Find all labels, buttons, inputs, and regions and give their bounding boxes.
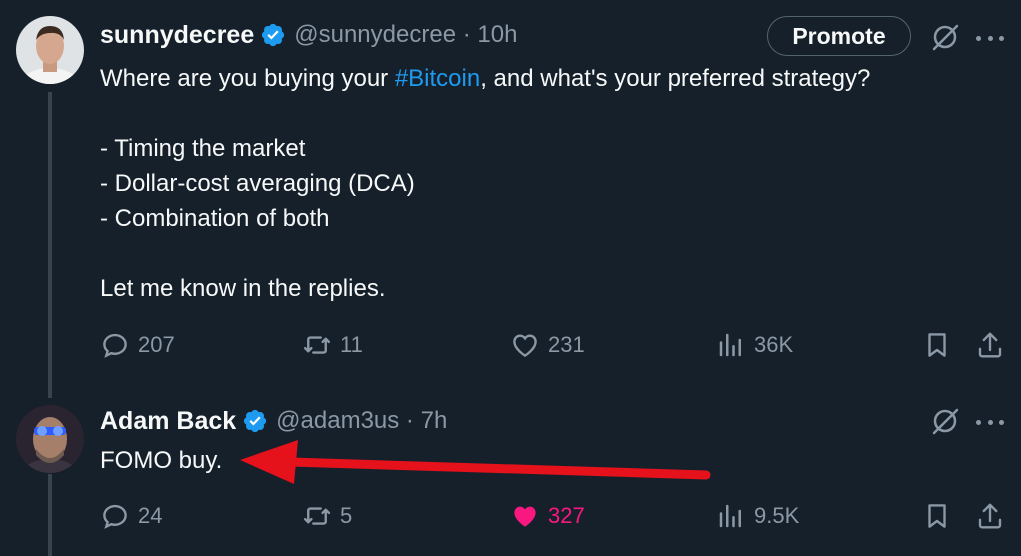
share-icon[interactable] (975, 330, 1005, 360)
reply-button[interactable]: 24 (100, 501, 162, 531)
retweet-button[interactable]: 11 (302, 330, 363, 360)
like-count: 327 (548, 503, 585, 528)
like-icon-filled (514, 506, 536, 527)
tweet-text: Where are you buying your #Bitcoin, and … (100, 61, 870, 306)
verified-badge-icon[interactable] (260, 22, 286, 48)
avatar-adam-back[interactable] (16, 405, 84, 473)
like-icon (513, 334, 537, 358)
author-handle-time[interactable]: @adam3us · 7h (276, 407, 447, 435)
views-icon (719, 504, 741, 528)
retweet-count: 5 (340, 503, 353, 528)
tweet-actions: 207 11 231 36K (0, 327, 1021, 367)
more-icon[interactable] (976, 408, 1004, 436)
share-icon[interactable] (975, 501, 1005, 531)
views-count: 9.5K (754, 503, 800, 528)
annotation-arrow (240, 440, 711, 484)
retweet-icon (303, 507, 331, 525)
retweet-icon (303, 336, 331, 354)
retweet-button[interactable]: 5 (302, 501, 352, 531)
bookmark-icon[interactable] (922, 330, 952, 360)
tweet-text: FOMO buy. (100, 447, 223, 474)
author-handle-time[interactable]: @sunnydecree · 10h (294, 21, 517, 49)
tweet-text-part: , and what's your preferred strategy? - … (100, 65, 871, 302)
reply-button[interactable]: 207 (100, 330, 175, 360)
views-count: 36K (754, 332, 794, 357)
author-name[interactable]: sunnydecree (100, 21, 254, 50)
views-button[interactable]: 36K (716, 330, 793, 360)
like-count: 231 (548, 332, 585, 357)
reply-count: 207 (138, 332, 175, 357)
more-icon[interactable] (976, 24, 1004, 52)
grok-icon[interactable] (930, 22, 960, 52)
views-icon (719, 333, 741, 357)
views-button[interactable]: 9.5K (716, 501, 799, 531)
reply-icon (103, 504, 127, 529)
like-button[interactable]: 231 (510, 330, 585, 360)
grok-icon[interactable] (930, 406, 960, 436)
promote-button[interactable]: Promote (767, 16, 911, 56)
verified-badge-icon[interactable] (242, 408, 268, 434)
tweet-sunnydecree[interactable]: sunnydecree @sunnydecree · 10h Promote W… (0, 0, 1021, 398)
reply-icon (103, 333, 127, 358)
like-button[interactable]: 327 (510, 501, 585, 531)
tweet-actions: 24 5 327 9.5K (0, 498, 1021, 538)
retweet-count: 11 (340, 332, 363, 357)
avatar-sunnydecree[interactable] (16, 16, 84, 84)
hashtag-bitcoin[interactable]: #Bitcoin (395, 65, 480, 92)
author-name[interactable]: Adam Back (100, 407, 236, 436)
tweet-text-part: Where are you buying your (100, 65, 395, 92)
reply-count: 24 (138, 503, 163, 528)
bookmark-icon[interactable] (922, 501, 952, 531)
